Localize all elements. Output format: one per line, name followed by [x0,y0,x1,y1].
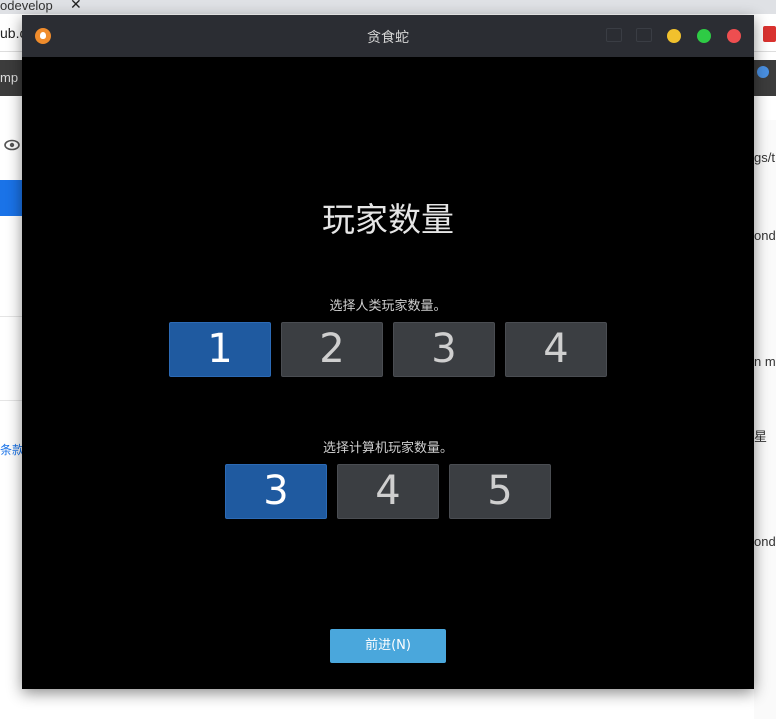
titlebar-restore-icon[interactable] [636,28,652,42]
page-right-text: n m [754,354,776,369]
human-count-button-3[interactable]: 3 [393,322,495,377]
page-terms-link[interactable]: 条款 [0,441,24,458]
page-right-text: gs/t [754,150,775,165]
browser-profile-icon[interactable] [757,66,769,78]
human-count-button-2[interactable]: 2 [281,322,383,377]
maximize-button[interactable] [697,29,711,43]
cpu-count-button-3[interactable]: 3 [225,464,327,519]
computer-players-label: 选择计算机玩家数量。 [322,441,453,456]
page-toolbar-text: mp [0,70,19,85]
human-count-button-1[interactable]: 1 [169,322,271,377]
page-title: 玩家数量 [322,200,454,239]
page-divider [0,400,22,401]
browser-tab-title[interactable]: odevelop [0,0,53,13]
page-selected-item[interactable] [0,180,22,216]
human-players-label: 选择人类玩家数量。 [329,299,447,314]
titlebar-menu-icon[interactable] [606,28,622,42]
page-right-text: ond [754,534,776,549]
page-divider [0,316,22,317]
eye-icon[interactable] [4,139,20,151]
cpu-count-button-4[interactable]: 4 [337,464,439,519]
browser-extension-icon[interactable] [763,26,776,42]
snake-game-window: 贪食蛇 玩家数量 选择人类玩家数量。 1 2 3 4 选择计算机玩家数量。 3 … [22,15,754,689]
close-button[interactable] [727,29,741,43]
browser-tab-bar: odevelop ✕ [0,0,776,14]
page-right-panel [754,120,776,719]
minimize-button[interactable] [667,29,681,43]
page-right-text: ond [754,228,776,243]
window-titlebar[interactable]: 贪食蛇 [22,15,754,57]
page-right-text: 星 [754,429,768,444]
human-count-button-4[interactable]: 4 [505,322,607,377]
browser-tab-close-icon[interactable]: ✕ [70,0,82,13]
cpu-count-button-5[interactable]: 5 [449,464,551,519]
next-button[interactable]: 前进(N) [330,629,446,663]
